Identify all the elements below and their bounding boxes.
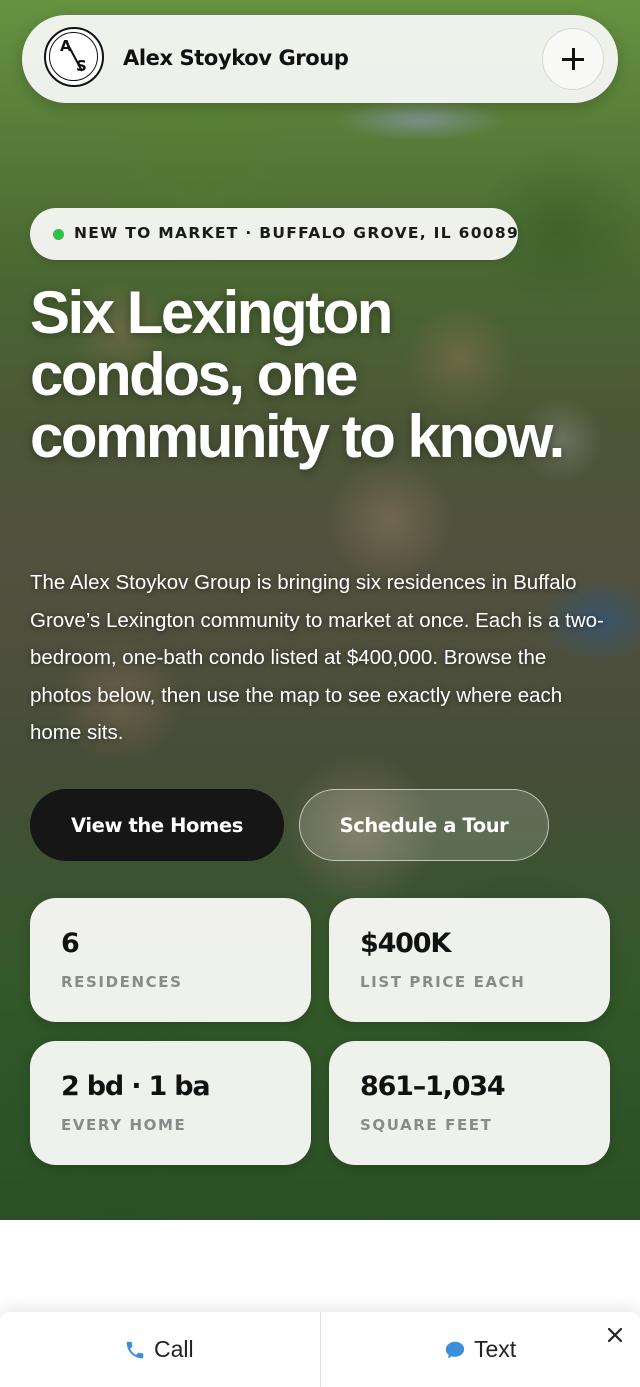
stat-value: 861–1,034 bbox=[360, 1071, 506, 1102]
call-label: Call bbox=[154, 1336, 194, 1362]
logo-letter-s: S bbox=[76, 57, 87, 75]
stat-label: LIST PRICE EACH bbox=[360, 973, 526, 991]
plus-icon-vertical bbox=[572, 48, 575, 70]
schedule-tour-button[interactable]: Schedule a Tour bbox=[299, 789, 549, 861]
stat-card-square-feet: 861–1,034 SQUARE FEET bbox=[329, 1041, 610, 1165]
stat-label: EVERY HOME bbox=[61, 1116, 187, 1134]
status-dot-icon bbox=[53, 229, 64, 240]
badge-text: NEW TO MARKET · BUFFALO GROVE, IL 60089 bbox=[74, 224, 520, 242]
stat-value: 2 bd · 1 ba bbox=[61, 1071, 211, 1102]
brand-name[interactable]: Alex Stoykov Group bbox=[123, 46, 349, 70]
phone-icon bbox=[126, 1341, 144, 1359]
market-status-badge: NEW TO MARKET · BUFFALO GROVE, IL 60089 bbox=[30, 208, 518, 260]
page-headline: Six Lexington condos, one community to k… bbox=[30, 279, 565, 470]
stat-card-residences: 6 RESIDENCES bbox=[30, 898, 311, 1022]
stat-card-bed-bath: 2 bd · 1 ba EVERY HOME bbox=[30, 1041, 311, 1165]
top-nav-bar: A S Alex Stoykov Group bbox=[22, 15, 618, 103]
stat-value: 6 bbox=[61, 928, 80, 959]
menu-plus-button[interactable] bbox=[542, 28, 604, 90]
chat-bubble-icon bbox=[445, 1341, 465, 1359]
stat-card-price: $400K LIST PRICE EACH bbox=[329, 898, 610, 1022]
brand-logo[interactable]: A S bbox=[44, 27, 104, 87]
stat-value: $400K bbox=[360, 928, 451, 959]
close-icon[interactable] bbox=[604, 1324, 626, 1346]
view-homes-button[interactable]: View the Homes bbox=[30, 789, 284, 861]
stat-label: RESIDENCES bbox=[61, 973, 183, 991]
stat-label: SQUARE FEET bbox=[360, 1116, 493, 1134]
hero-description: The Alex Stoykov Group is bringing six r… bbox=[30, 571, 604, 744]
contact-divider bbox=[320, 1312, 321, 1387]
text-label: Text bbox=[474, 1336, 517, 1362]
contact-bar: Call Text bbox=[0, 1312, 640, 1387]
